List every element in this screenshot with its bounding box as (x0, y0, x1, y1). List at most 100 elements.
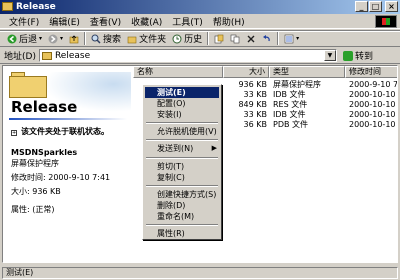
up-folder-icon (69, 34, 79, 43)
search-icon (91, 34, 101, 44)
send-to-label: 发送到(N) (157, 144, 194, 153)
online-status: + 该文件夹处于联机状态。 (11, 127, 109, 136)
column-modified[interactable]: 修改时间 (345, 66, 397, 78)
go-label: 转到 (354, 52, 373, 62)
status-bar: 测试(E) (0, 265, 400, 280)
menu-item-rename[interactable]: 重命名(M) (145, 211, 219, 222)
close-button[interactable]: × (385, 1, 398, 12)
delete-button[interactable] (243, 31, 259, 46)
chevron-down-icon: ▾ (296, 35, 300, 42)
menu-help[interactable]: 帮助(H) (208, 15, 250, 28)
web-view-pane: Release + 该文件夹处于联机状态。 MSDNSparkles 屏幕保护程序… (3, 66, 133, 262)
menu-item-install[interactable]: 安装(I) (145, 109, 219, 120)
cell-size: 33 KB (243, 110, 267, 119)
column-size[interactable]: 大小 (223, 66, 269, 78)
cell-modified: 2000-9-10 7: (349, 80, 398, 89)
toolbar-separator (207, 32, 210, 45)
menu-item-cut[interactable]: 剪切(T) (145, 161, 219, 172)
menu-item-test[interactable]: 测试(E) (145, 87, 219, 98)
views-icon (284, 34, 294, 43)
cell-size: 936 KB (238, 80, 267, 89)
views-button[interactable]: ▾ (281, 31, 302, 46)
modified-time: 修改时间: 2000-9-10 7:41 (11, 173, 111, 182)
cell-type: RES 文件 (273, 100, 308, 109)
status-text: 测试(E) (2, 266, 398, 279)
folders-button[interactable]: 文件夹 (124, 31, 169, 46)
delete-x-icon (247, 35, 255, 42)
menu-item-offline[interactable]: 允许脱机使用(V) (145, 126, 219, 137)
menu-separator (146, 139, 218, 141)
menu-item-send-to[interactable]: 发送到(N) (145, 143, 219, 154)
history-icon (172, 34, 182, 43)
chevron-down-icon: ▾ (39, 35, 43, 42)
minimize-button[interactable]: _ (355, 1, 368, 12)
menu-view[interactable]: 查看(V) (85, 15, 126, 28)
go-arrow-icon (342, 50, 353, 61)
menu-file[interactable]: 文件(F) (4, 15, 44, 28)
cell-modified: 2000-10-10 2 (349, 90, 398, 99)
selected-file-name: MSDNSparkles (11, 148, 78, 157)
file-size: 大小: 936 KB (11, 187, 61, 196)
cell-modified: 2000-10-10 2 (349, 120, 398, 129)
undo-icon (263, 34, 270, 41)
menu-edit[interactable]: 编辑(E) (44, 15, 85, 28)
cell-type: 屏幕保护程序 (273, 80, 321, 89)
toolbar-separator (84, 32, 87, 45)
address-input[interactable]: Release ▼ (38, 49, 337, 62)
menu-item-configure[interactable]: 配置(O) (145, 98, 219, 109)
forward-arrow-icon (48, 34, 58, 43)
file-attributes: 属性: (正常) (11, 205, 55, 214)
menu-item-delete[interactable]: 删除(D) (145, 200, 219, 211)
history-button[interactable]: 历史 (169, 31, 205, 46)
menu-separator (146, 157, 218, 159)
column-name[interactable]: 名称 (133, 66, 223, 78)
cell-size: 849 KB (238, 100, 267, 109)
move-to-icon (214, 34, 224, 43)
address-label: 地址(D) (4, 52, 36, 62)
context-menu: 测试(E) 配置(O) 安装(I) 允许脱机使用(V) 发送到(N) ▶ 剪切(… (142, 84, 222, 240)
menu-separator (146, 224, 218, 226)
toolbar: 后退 ▾ ▾ 搜索 文件夹 历史 ▾ (0, 30, 400, 47)
history-label: 历史 (184, 35, 203, 45)
menu-item-properties[interactable]: 属性(R) (145, 228, 219, 239)
folders-icon (127, 36, 137, 43)
folder-icon (2, 2, 13, 11)
cell-modified: 2000-10-10 2 (349, 110, 398, 119)
go-button[interactable]: 转到 (342, 49, 373, 62)
windows-logo-icon (375, 15, 397, 28)
undo-button[interactable] (259, 31, 275, 46)
cell-type: IDB 文件 (273, 90, 306, 99)
menu-bar: 文件(F) 编辑(E) 查看(V) 收藏(A) 工具(T) 帮助(H) (0, 14, 400, 29)
up-button[interactable] (66, 31, 82, 46)
menu-item-copy[interactable]: 复制(C) (145, 172, 219, 183)
folder-title: Release (11, 98, 78, 116)
forward-button[interactable]: ▾ (45, 31, 66, 46)
column-type[interactable]: 类型 (269, 66, 345, 78)
chevron-down-icon: ▾ (60, 35, 64, 42)
maximize-button[interactable]: □ (369, 1, 382, 12)
search-button[interactable]: 搜索 (88, 31, 124, 46)
cell-type: PDB 文件 (273, 120, 309, 129)
copy-to-button[interactable] (227, 31, 243, 46)
window-title: Release (16, 2, 56, 12)
back-button[interactable]: 后退 ▾ (4, 31, 45, 46)
folders-label: 文件夹 (139, 35, 167, 45)
expand-icon[interactable]: + (11, 130, 17, 136)
cell-type: IDB 文件 (273, 110, 306, 119)
menu-tools[interactable]: 工具(T) (167, 15, 208, 28)
cell-size: 36 KB (243, 120, 267, 129)
folder-icon (41, 51, 52, 60)
chevron-down-icon[interactable]: ▼ (323, 50, 336, 61)
menu-separator (146, 185, 218, 187)
menu-separator (146, 122, 218, 124)
back-arrow-icon (7, 34, 17, 43)
back-label: 后退 (19, 35, 38, 45)
menu-favorites[interactable]: 收藏(A) (126, 15, 167, 28)
address-value: Release (54, 50, 91, 61)
title-underline (9, 118, 127, 120)
toolbar-separator (277, 32, 280, 45)
move-to-button[interactable] (211, 31, 227, 46)
menu-item-create-shortcut[interactable]: 创建快捷方式(S) (145, 189, 219, 200)
search-label: 搜索 (103, 35, 122, 45)
copy-to-icon (230, 34, 240, 43)
